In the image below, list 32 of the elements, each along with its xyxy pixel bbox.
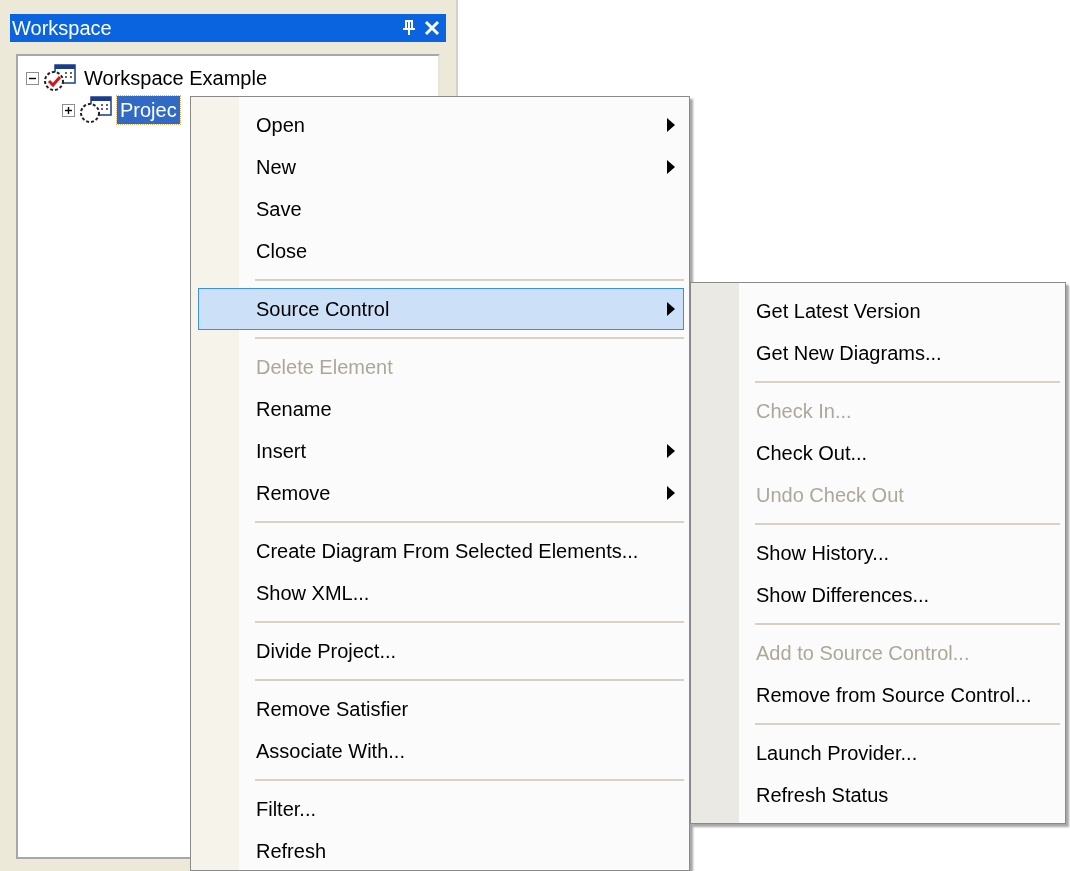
close-icon[interactable]: [424, 20, 440, 36]
menu-item[interactable]: Associate With...: [198, 730, 684, 772]
menu-item[interactable]: Remove from Source Control...: [698, 674, 1060, 716]
menu-item[interactable]: Show History...: [698, 532, 1060, 574]
workspace-icon: [43, 63, 77, 93]
menu-item[interactable]: Close: [198, 230, 684, 272]
menu-item[interactable]: Get Latest Version: [698, 290, 1060, 332]
collapse-icon[interactable]: [26, 71, 39, 85]
menu-item[interactable]: Source Control: [198, 288, 684, 330]
menu-item[interactable]: Show XML...: [198, 572, 684, 614]
menu-item[interactable]: Launch Provider...: [698, 732, 1060, 774]
menu-item[interactable]: Insert: [198, 430, 684, 472]
menu-item[interactable]: Refresh Status: [698, 774, 1060, 816]
menu-item[interactable]: Remove Satisfier: [198, 688, 684, 730]
menu-item[interactable]: Create Diagram From Selected Elements...: [198, 530, 684, 572]
menu-item[interactable]: Show Differences...: [698, 574, 1060, 616]
menu-item[interactable]: Divide Project...: [198, 630, 684, 672]
tree-item[interactable]: Workspace Example: [81, 64, 271, 92]
tree-item[interactable]: Projec: [117, 96, 180, 124]
menu-item[interactable]: New: [198, 146, 684, 188]
menu-item[interactable]: Save: [198, 188, 684, 230]
pin-icon[interactable]: [402, 20, 416, 36]
menu-item[interactable]: Open: [198, 104, 684, 146]
menu-item[interactable]: Filter...: [198, 788, 684, 830]
menu-item[interactable]: Rename: [198, 388, 684, 430]
project-icon: [79, 95, 113, 125]
menu-item[interactable]: Refresh: [198, 830, 684, 871]
menu-item[interactable]: Remove: [198, 472, 684, 514]
panel-title: Workspace: [12, 18, 113, 38]
menu-item[interactable]: Get New Diagrams...: [698, 332, 1060, 374]
expand-icon[interactable]: [62, 103, 75, 117]
menu-item[interactable]: Check Out...: [698, 432, 1060, 474]
